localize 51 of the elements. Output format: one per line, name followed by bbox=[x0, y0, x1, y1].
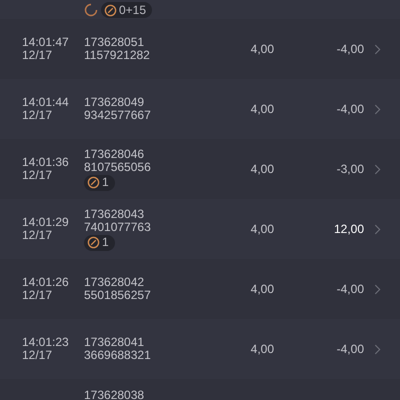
result-amount: 12,00 bbox=[332, 222, 364, 236]
chevron-right-icon[interactable] bbox=[374, 224, 381, 234]
bet-date: 12/17 bbox=[22, 109, 54, 122]
stake-amount: 4,00 bbox=[250, 162, 274, 176]
ticket-number: 173628043 bbox=[84, 208, 144, 220]
round-code: 9342577667 bbox=[84, 109, 151, 122]
bet-time: 14:01:44 bbox=[22, 96, 70, 109]
ticket-number: 173628042 bbox=[84, 276, 144, 289]
ticket-number: 173628051 bbox=[84, 36, 144, 49]
stake-amount: 4,00 bbox=[250, 342, 274, 356]
stake-amount: 4,00 bbox=[250, 222, 274, 236]
bet-date: 12/17 bbox=[22, 289, 54, 302]
ticket-number: 173628046 bbox=[84, 148, 144, 160]
bet-date: 12/17 bbox=[22, 349, 54, 362]
bonus-badge: 0+15 bbox=[101, 2, 152, 18]
round-code: 1157921282 bbox=[84, 49, 150, 62]
chevron-right-icon[interactable] bbox=[374, 344, 381, 354]
stake-amount: 4,00 bbox=[250, 42, 274, 56]
stake-amount: 4,00 bbox=[250, 282, 274, 296]
bet-date: 12/17 bbox=[22, 229, 54, 242]
bet-date: 12/17 bbox=[22, 169, 54, 182]
round-code: 5501856257 bbox=[84, 289, 151, 302]
stake-amount: 4,00 bbox=[250, 102, 274, 116]
history-row[interactable]: 14:01:23 12/17 173628041 3669688321 4,00 -4,00 bbox=[0, 319, 400, 379]
ticket-number: 173628041 bbox=[84, 336, 144, 349]
round-code: 7401077763 bbox=[84, 220, 151, 234]
round-code: 8107565056 bbox=[84, 160, 151, 174]
round-code: 3669688321 bbox=[84, 349, 151, 362]
bet-time: 14:01:36 bbox=[22, 156, 70, 169]
ticket-number: 173628038 bbox=[84, 389, 144, 400]
history-row[interactable]: 14:01:29 12/17 173628043 7401077763 1 4,00 12,00 bbox=[0, 199, 400, 259]
result-amount: -4,00 bbox=[336, 342, 364, 356]
chevron-right-icon[interactable] bbox=[374, 284, 381, 294]
bet-date: 12/17 bbox=[22, 49, 54, 62]
result-amount: -4,00 bbox=[336, 42, 364, 56]
result-amount: -4,00 bbox=[336, 282, 364, 296]
history-row[interactable]: 14:01:44 12/17 173628049 9342577667 4,00 -4,00 bbox=[0, 79, 400, 139]
history-row[interactable]: 0+15 bbox=[0, 0, 400, 19]
bet-time: 14:01:47 bbox=[22, 36, 70, 49]
bet-time: 14:01:23 bbox=[22, 336, 70, 349]
chevron-right-icon[interactable] bbox=[374, 104, 381, 114]
chevron-right-icon[interactable] bbox=[374, 44, 381, 54]
bonus-badge: 1 bbox=[84, 174, 115, 190]
spinner-icon bbox=[84, 3, 98, 17]
chevron-right-icon[interactable] bbox=[374, 164, 381, 174]
bet-time: 14:01:26 bbox=[22, 276, 70, 289]
bonus-badge: 1 bbox=[84, 234, 115, 250]
bet-time: 14:01:29 bbox=[22, 216, 70, 229]
result-amount: -3,00 bbox=[336, 162, 364, 176]
result-amount: -4,00 bbox=[336, 102, 364, 116]
ticket-number: 173628049 bbox=[84, 96, 144, 109]
